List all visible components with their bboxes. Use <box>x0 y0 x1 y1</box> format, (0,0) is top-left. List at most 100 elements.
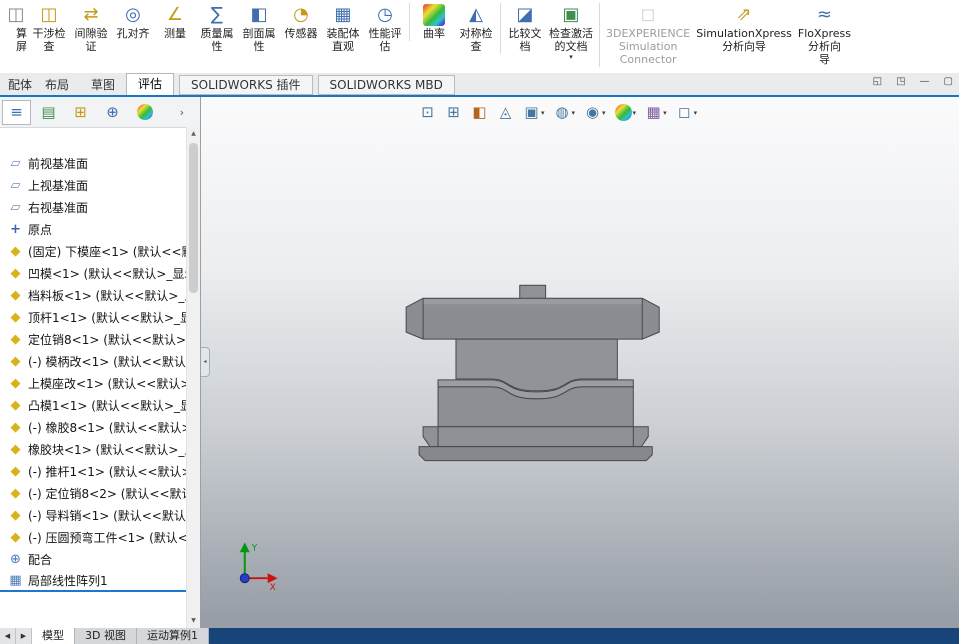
zoom-fit-button[interactable]: ⊡ <box>416 103 439 122</box>
tree-item-label: 凹模<1> (默认<<默认>_显示 <box>28 266 187 281</box>
tree-item-component[interactable]: ◆ (-) 导料销<1> (默认<<默认>_ <box>0 504 188 526</box>
tree-item-component[interactable]: ◆ 上模座改<1> (默认<<默认>_ <box>0 372 188 394</box>
tree-item-label: (-) 模柄改<1> (默认<<默认> <box>28 354 187 369</box>
partial-left-button[interactable]: ◫ 算 屏 <box>0 3 28 53</box>
view-settings-button[interactable]: ◻ ▾ <box>673 103 701 122</box>
tree-item-local-pattern[interactable]: ▦ 局部线性阵列1 <box>0 570 187 592</box>
tab-solidworks-mbd[interactable]: SOLIDWORKS MBD <box>317 75 455 95</box>
tree-item-component[interactable]: ◆ (-) 橡胶8<1> (默认<<默认>_ <box>0 416 188 438</box>
hole-alignment-button[interactable]: ◎ 孔对齐 <box>112 3 154 41</box>
clearance-verification-button[interactable]: ⇄ 间隙验 证 <box>70 3 112 54</box>
scroll-tabs-left-icon[interactable]: ◀ <box>0 628 16 644</box>
3dexperience-simulation-connector-button[interactable]: ◻ 3DEXPERIENCE Simulation Connector <box>599 3 693 67</box>
window-maximize-icon[interactable]: ▢ <box>944 76 953 87</box>
solidworks-window: ◫ 算 屏 ◫ 干涉检 查 ⇄ 间隙验 证 ◎ 孔对齐 ∠ 测量 ∑ 质量属 性… <box>0 0 959 644</box>
propertymanager-tab[interactable]: ▤ <box>34 100 63 125</box>
symmetry-check-button[interactable]: ◭ 对称检 查 <box>455 3 497 54</box>
simulationxpress-wizard-button[interactable]: ⇗ SimulationXpress 分析向导 <box>693 3 795 54</box>
tab-layout[interactable]: 布局 <box>34 75 80 95</box>
featuremanager-icon: ≡ <box>10 103 23 121</box>
display-style-button[interactable]: ◍ ▾ <box>551 103 579 122</box>
scroll-down-icon[interactable]: ▼ <box>187 614 200 628</box>
mass-properties-button[interactable]: ∑ 质量属 性 <box>196 3 238 54</box>
displaymanager-tab[interactable]: ● <box>130 100 159 125</box>
3d-views-tab[interactable]: 3D 视图 <box>75 628 137 644</box>
part-icon: ◆ <box>10 507 21 523</box>
document-tabs: 模型 3D 视图 运动算例1 <box>32 628 209 644</box>
model-tab[interactable]: 模型 <box>32 628 75 644</box>
zoom-area-button[interactable]: ⊞ <box>442 103 465 122</box>
compare-documents-button[interactable]: ◪ 比较文 档 <box>500 3 546 54</box>
section-properties-icon: ◧ <box>250 4 268 25</box>
tree-item-component[interactable]: ◆ (-) 定位销8<2> (默认<<默认> <box>0 482 188 504</box>
check-active-document-button[interactable]: ▣ 检查激活 的文档 ▾ <box>546 3 596 62</box>
tree-item-component[interactable]: ◆ 档料板<1> (默认<<默认>_显 <box>0 284 188 306</box>
monitor-icon: ◻ <box>677 103 691 121</box>
tree-item-top-plane[interactable]: ▱ 上视基准面 <box>0 174 187 196</box>
assembly-visualization-button[interactable]: ▦ 装配体 直观 <box>322 3 364 54</box>
propertymanager-icon: ▤ <box>41 103 56 121</box>
tree-item-component[interactable]: ◆ (-) 模柄改<1> (默认<<默认> <box>0 350 188 372</box>
plane-icon: ▱ <box>10 177 21 193</box>
panel-tabs: ≡ ▤ ⊞ ⊕ <box>2 99 159 125</box>
annotation-icon: ◬ <box>499 103 512 121</box>
apply-scene-button[interactable]: ▦ ▾ <box>642 103 670 122</box>
scroll-up-icon[interactable]: ▲ <box>187 127 200 141</box>
tab-evaluate[interactable]: 评估 <box>126 73 175 95</box>
tree-item-front-plane[interactable]: ▱ 前视基准面 <box>0 152 187 174</box>
featuremanager-tree-tab[interactable]: ≡ <box>2 99 31 125</box>
performance-evaluation-button[interactable]: ◷ 性能评 估 <box>364 3 406 54</box>
view-orientation-button[interactable]: ▣ ▾ <box>520 103 548 122</box>
interference-check-button[interactable]: ◫ 干涉检 查 <box>28 3 70 54</box>
panel-tab-strip: ≡ ▤ ⊞ ⊕ › <box>0 97 200 128</box>
window-minimize-icon[interactable]: — <box>920 76 930 87</box>
edit-appearance-button[interactable]: ● ▾ <box>612 103 640 122</box>
tree-item-label: 上模座改<1> (默认<<默认>_ <box>28 376 187 391</box>
interference-check-icon: ◫ <box>40 4 58 25</box>
panel-overflow-chevron[interactable]: › <box>180 106 200 119</box>
hide-show-items-button[interactable]: ◉ ▾ <box>581 103 609 122</box>
section-properties-button[interactable]: ◧ 剖面属 性 <box>238 3 280 54</box>
panel-collapse-handle[interactable]: ◂ <box>201 347 210 377</box>
tree-item-component[interactable]: ◆ 顶杆1<1> (默认<<默认>_显示 <box>0 306 188 328</box>
section-view-button[interactable]: ◧ <box>468 103 491 122</box>
tree-item-component[interactable]: ◆ (-) 推杆1<1> (默认<<默认>_ <box>0 460 188 482</box>
tree-item-component[interactable]: ◆ (-) 压圆预弯工件<1> (默认<< <box>0 526 188 548</box>
tree-scrollbar[interactable]: ▲ ▼ <box>186 127 200 628</box>
tree-item-label: 凸模1<1> (默认<<默认>_显示 <box>28 398 187 413</box>
zoom-fit-icon: ⊡ <box>421 103 434 121</box>
part-icon: ◆ <box>10 331 21 347</box>
motion-study-tab[interactable]: 运动算例1 <box>136 628 209 644</box>
tree-item-component[interactable]: ◆ 凹模<1> (默认<<默认>_显示 <box>0 262 188 284</box>
tree-item-mates[interactable]: ⊕ 配合 <box>0 548 187 570</box>
tree-item-right-plane[interactable]: ▱ 右视基准面 <box>0 196 187 218</box>
curvature-button[interactable]: ▦ 曲率 <box>409 3 455 41</box>
tab-sketch[interactable]: 草图 <box>80 75 126 95</box>
dimxpertmanager-tab[interactable]: ⊕ <box>98 100 127 125</box>
performance-evaluation-icon: ◷ <box>377 4 393 25</box>
tree-item-label: 原点 <box>28 222 53 237</box>
tab-solidworks-addins[interactable]: SOLIDWORKS 插件 <box>179 75 313 95</box>
tree-item-label: (-) 推杆1<1> (默认<<默认>_ <box>28 464 187 479</box>
window-restore-icon[interactable]: ◱ <box>873 76 882 87</box>
tree-item-origin[interactable]: + 原点 <box>0 218 187 240</box>
part-icon: ◆ <box>10 485 21 501</box>
measure-button[interactable]: ∠ 测量 <box>154 3 196 41</box>
scrollbar-thumb[interactable] <box>189 143 198 293</box>
scroll-tabs-right-icon[interactable]: ▶ <box>16 628 32 644</box>
floxpress-wizard-button[interactable]: ≈ FloXpress 分析向 导 <box>795 3 854 67</box>
tab-assembly-partial[interactable]: 配体 <box>0 75 34 95</box>
tree-item-component[interactable]: ◆ 凸模1<1> (默认<<默认>_显示 <box>0 394 188 416</box>
compare-documents-icon: ◪ <box>516 4 534 25</box>
tree-item-component[interactable]: ◆ 定位销8<1> (默认<<默认>_显 <box>0 328 188 350</box>
sensors-button[interactable]: ◔ 传感器 <box>280 3 322 41</box>
graphics-area[interactable]: ⊡ ⊞ ◧ ◬ ▣ ▾ ◍ ▾ ◉ ▾ ▾ ▦ ▾ ◻ ▾ Y X <box>201 97 959 628</box>
tree-item-component[interactable]: ◆ (固定) 下模座<1> (默认<<默认 <box>0 240 188 262</box>
ribbon-button-label: 3DEXPERIENCE Simulation Connector <box>606 27 691 66</box>
configurationmanager-tab[interactable]: ⊞ <box>66 100 95 125</box>
dynamic-annotation-button[interactable]: ◬ <box>494 103 517 122</box>
commandmanager-tabs: 配体 布局 草图 评估 SOLIDWORKS 插件 SOLIDWORKS MBD <box>0 73 455 95</box>
tree-item-label: 上视基准面 <box>28 178 89 193</box>
tree-item-component[interactable]: ◆ 橡胶块<1> (默认<<默认>_显 <box>0 438 188 460</box>
window-switch-icon[interactable]: ◳ <box>896 76 905 87</box>
